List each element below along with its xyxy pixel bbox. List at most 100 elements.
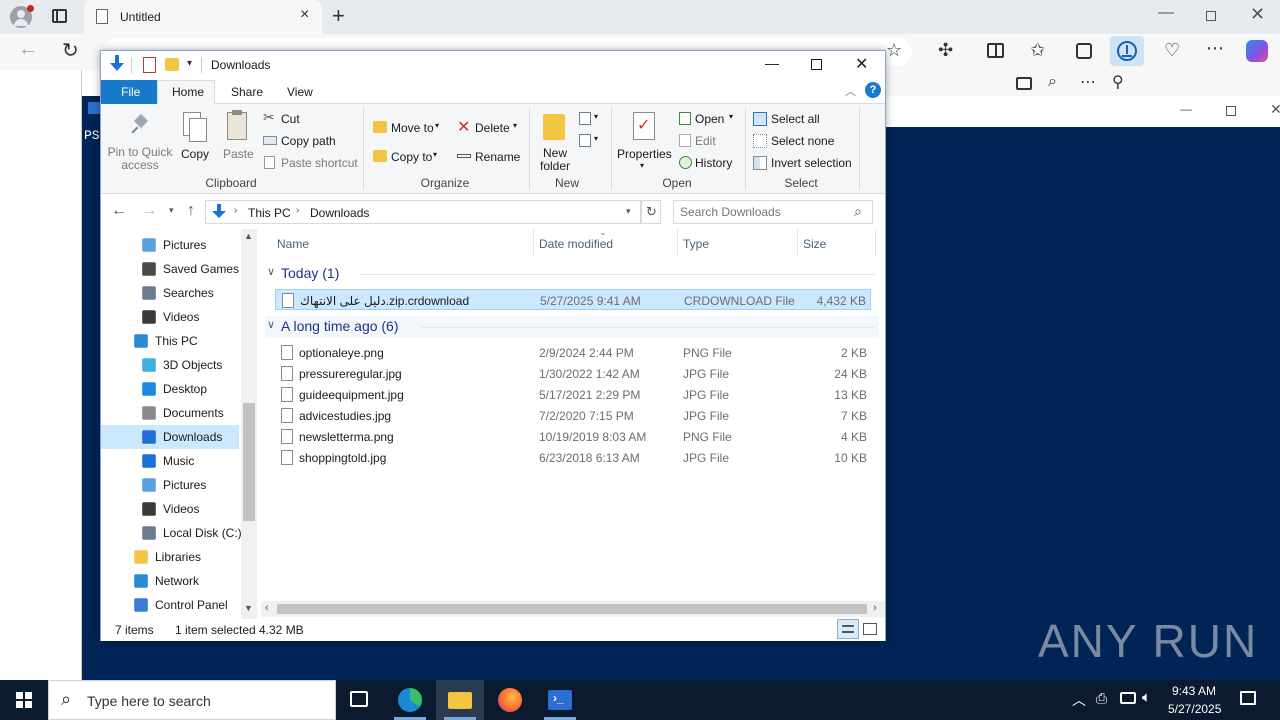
- select-all-button[interactable]: Select all: [751, 110, 861, 128]
- nav-item[interactable]: Desktop: [101, 377, 239, 401]
- tab-view[interactable]: View: [287, 85, 313, 99]
- nav-item[interactable]: Control Panel: [101, 593, 239, 617]
- easy-access-button[interactable]: ▾: [577, 132, 603, 152]
- ps-close-icon[interactable]: ✕: [1270, 101, 1280, 118]
- col-date-header[interactable]: Date modified: [539, 237, 613, 251]
- file-row[interactable]: pressureregular.jpg 1/30/2022 1:42 AM JP…: [275, 363, 871, 384]
- col-size-header[interactable]: Size: [803, 237, 826, 251]
- nav-item[interactable]: Downloads: [101, 425, 239, 449]
- nav-item[interactable]: Libraries: [101, 545, 239, 569]
- nav-item[interactable]: Videos: [101, 497, 239, 521]
- tab-share[interactable]: Share: [231, 85, 263, 99]
- copy-to-button[interactable]: Copy to ▾: [371, 147, 447, 167]
- breadcrumb-this-pc[interactable]: This PC: [248, 206, 291, 220]
- address-dropdown-icon[interactable]: ▾: [626, 206, 631, 217]
- favorite-star-icon[interactable]: ☆: [886, 40, 902, 61]
- restore-icon[interactable]: [1206, 11, 1216, 21]
- nav-item[interactable]: Music: [101, 449, 239, 473]
- refresh-icon[interactable]: ↻: [62, 38, 79, 63]
- cut-button[interactable]: ✂ Cut: [261, 109, 351, 128]
- group-header-long-ago[interactable]: ∨ A long time ago (6): [265, 316, 879, 338]
- help-icon[interactable]: ?: [865, 82, 881, 98]
- taskbar-powershell[interactable]: ›_: [536, 680, 584, 720]
- copy-button[interactable]: Copy: [177, 110, 213, 170]
- file-row[interactable]: guideequipment.jpg 5/17/2021 2:29 PM JPG…: [275, 384, 871, 405]
- col-type-header[interactable]: Type: [683, 237, 709, 251]
- notifications-icon[interactable]: [1240, 691, 1256, 705]
- minimize-icon[interactable]: —: [1158, 4, 1174, 22]
- tray-overflow-icon[interactable]: ︿: [1072, 690, 1086, 710]
- task-view-icon[interactable]: [350, 691, 368, 707]
- downloads-button[interactable]: [1110, 36, 1144, 66]
- nav-item[interactable]: 3D Objects: [101, 353, 239, 377]
- nav-item[interactable]: Videos: [101, 305, 239, 329]
- file-row[interactable]: advicestudies.jpg 7/2/2020 7:15 PM JPG F…: [275, 405, 871, 426]
- search-input[interactable]: [680, 204, 850, 220]
- tab-file[interactable]: File: [101, 80, 157, 104]
- tray-device-icon[interactable]: ⎙: [1096, 690, 1107, 707]
- nav-item[interactable]: Local Disk (C:): [101, 521, 242, 545]
- edit-button[interactable]: Edit: [677, 132, 739, 150]
- large-icons-view-icon[interactable]: [863, 623, 877, 635]
- nav-scrollbar[interactable]: ▲ ▼: [241, 229, 257, 619]
- address-box[interactable]: › This PC › Downloads ▾: [205, 200, 641, 224]
- ps-minimize-icon[interactable]: —: [1180, 102, 1192, 116]
- explorer-close-icon[interactable]: ✕: [855, 54, 868, 74]
- close-tab-icon[interactable]: ×: [300, 6, 309, 24]
- start-button[interactable]: [0, 680, 48, 720]
- nav-item[interactable]: Network: [101, 569, 239, 593]
- file-row[interactable]: دليل على الانتهاك.zip.crdownload 5/27/20…: [275, 289, 871, 310]
- delete-button[interactable]: ✕ Delete ▾: [455, 118, 523, 138]
- extensions-icon[interactable]: ✣: [938, 40, 953, 61]
- nav-back-icon[interactable]: ←: [111, 202, 127, 220]
- file-explorer-window[interactable]: ▾ Downloads — ✕ File Home Share View ︿ ?…: [100, 50, 886, 641]
- navigation-pane[interactable]: Pictures Saved Games Searches Videos This PC…: [101, 229, 257, 619]
- details-view-icon[interactable]: [837, 619, 859, 639]
- open-button[interactable]: Open ▾: [677, 110, 739, 128]
- properties-qat-icon[interactable]: [143, 57, 156, 73]
- nav-item[interactable]: This PC: [101, 329, 239, 353]
- network-tray-icon[interactable]: [1120, 692, 1136, 704]
- copilot-icon[interactable]: [1246, 40, 1268, 62]
- file-row[interactable]: newsletterma.png 10/19/2019 8:03 AM PNG …: [275, 426, 871, 447]
- split-screen-icon[interactable]: [987, 43, 1004, 58]
- new-tab-icon[interactable]: +: [332, 3, 345, 29]
- nav-item[interactable]: Saved Games: [101, 257, 239, 281]
- nav-item[interactable]: Pictures: [101, 233, 239, 257]
- paste-shortcut-button[interactable]: Paste shortcut: [261, 154, 361, 172]
- browser-essentials-icon[interactable]: ♡: [1164, 40, 1180, 61]
- select-none-button[interactable]: Select none: [751, 132, 861, 150]
- copy-path-button[interactable]: Copy path: [261, 132, 351, 150]
- nav-item[interactable]: Searches: [101, 281, 239, 305]
- pin-quick-access-button[interactable]: Pin to Quick access: [107, 110, 173, 176]
- taskbar-search[interactable]: ⌕ Type here to search: [48, 680, 336, 720]
- new-item-button[interactable]: ▾: [577, 110, 603, 130]
- qat-dropdown-icon[interactable]: ▾: [187, 58, 192, 69]
- file-row[interactable]: optionaleye.png 2/9/2024 2:44 PM PNG Fil…: [275, 342, 871, 363]
- explorer-maximize-icon[interactable]: [811, 59, 822, 70]
- h-scroll-thumb[interactable]: [277, 604, 867, 614]
- paste-button[interactable]: Paste: [219, 110, 257, 170]
- rename-button[interactable]: Rename: [455, 147, 523, 167]
- browser-tab[interactable]: Untitled ×: [84, 0, 322, 34]
- new-folder-button[interactable]: New folder: [535, 110, 575, 176]
- downloads-more-icon[interactable]: ⋯: [1080, 72, 1096, 92]
- search-downloads-icon[interactable]: ⌕: [1048, 73, 1057, 91]
- explorer-minimize-icon[interactable]: —: [765, 55, 779, 71]
- open-folder-icon[interactable]: [1016, 77, 1032, 90]
- horizontal-scrollbar[interactable]: ‹ ›: [261, 601, 885, 617]
- close-window-icon[interactable]: ✕: [1250, 4, 1265, 25]
- ps-maximize-icon[interactable]: [1226, 106, 1236, 116]
- volume-icon[interactable]: 🔈︎: [1142, 689, 1151, 706]
- collapse-ribbon-icon[interactable]: ︿: [845, 83, 856, 99]
- back-icon[interactable]: ←: [18, 38, 38, 61]
- taskbar-firefox[interactable]: [486, 680, 534, 720]
- search-box[interactable]: ⌕: [673, 200, 873, 224]
- nav-forward-icon[interactable]: →: [141, 202, 157, 220]
- tab-actions-icon[interactable]: [52, 9, 67, 23]
- nav-item[interactable]: Documents: [101, 401, 239, 425]
- taskbar-file-explorer[interactable]: [436, 680, 484, 720]
- nav-item[interactable]: Pictures: [101, 473, 239, 497]
- group-header-today[interactable]: ∨ Today (1): [265, 263, 879, 285]
- properties-button[interactable]: ✓ Properties ▾: [615, 110, 673, 176]
